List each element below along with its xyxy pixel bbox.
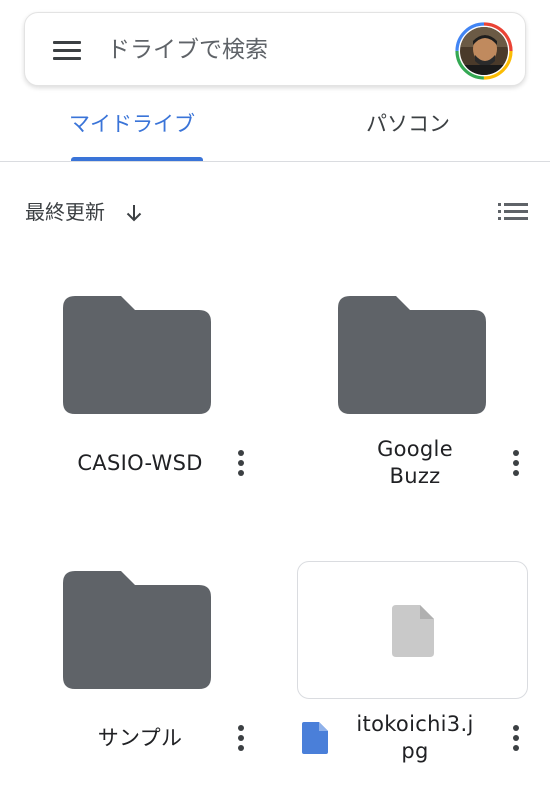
folder-icon — [63, 296, 211, 414]
sort-label: 最終更新 — [25, 200, 105, 224]
file-thumbnail[interactable] — [297, 561, 528, 699]
tab-divider — [0, 161, 550, 162]
arrow-down-icon — [126, 205, 142, 222]
more-options-icon[interactable] — [230, 723, 252, 753]
item-name-line: pg — [401, 739, 429, 763]
folder-icon — [63, 571, 211, 689]
avatar — [460, 27, 508, 75]
more-options-icon[interactable] — [505, 723, 527, 753]
tab-computers[interactable]: パソコン — [366, 110, 450, 138]
tab-bar: マイドライブ パソコン — [0, 86, 550, 162]
search-input[interactable]: ドライブで検索 — [107, 35, 268, 65]
item-name-line: Google — [377, 437, 453, 461]
item-name: Google Buzz — [330, 436, 500, 490]
hamburger-menu-icon[interactable] — [53, 39, 81, 61]
item-name: サンプル — [97, 726, 183, 750]
sort-button[interactable]: 最終更新 — [25, 197, 142, 227]
item-name-line: Buzz — [389, 464, 441, 488]
more-options-icon[interactable] — [230, 448, 252, 478]
doc-file-icon — [302, 722, 328, 754]
search-bar[interactable]: ドライブで検索 — [24, 12, 526, 86]
list-view-icon[interactable] — [498, 201, 528, 223]
account-avatar-button[interactable] — [455, 22, 513, 80]
file-placeholder-icon — [392, 605, 434, 657]
item-name: itokoichi3.j pg — [345, 711, 485, 765]
item-name-line: itokoichi3.j — [356, 712, 474, 736]
folder-icon — [338, 296, 486, 414]
item-name: CASIO-WSD — [77, 451, 203, 475]
more-options-icon[interactable] — [505, 448, 527, 478]
tab-my-drive[interactable]: マイドライブ — [69, 110, 195, 138]
